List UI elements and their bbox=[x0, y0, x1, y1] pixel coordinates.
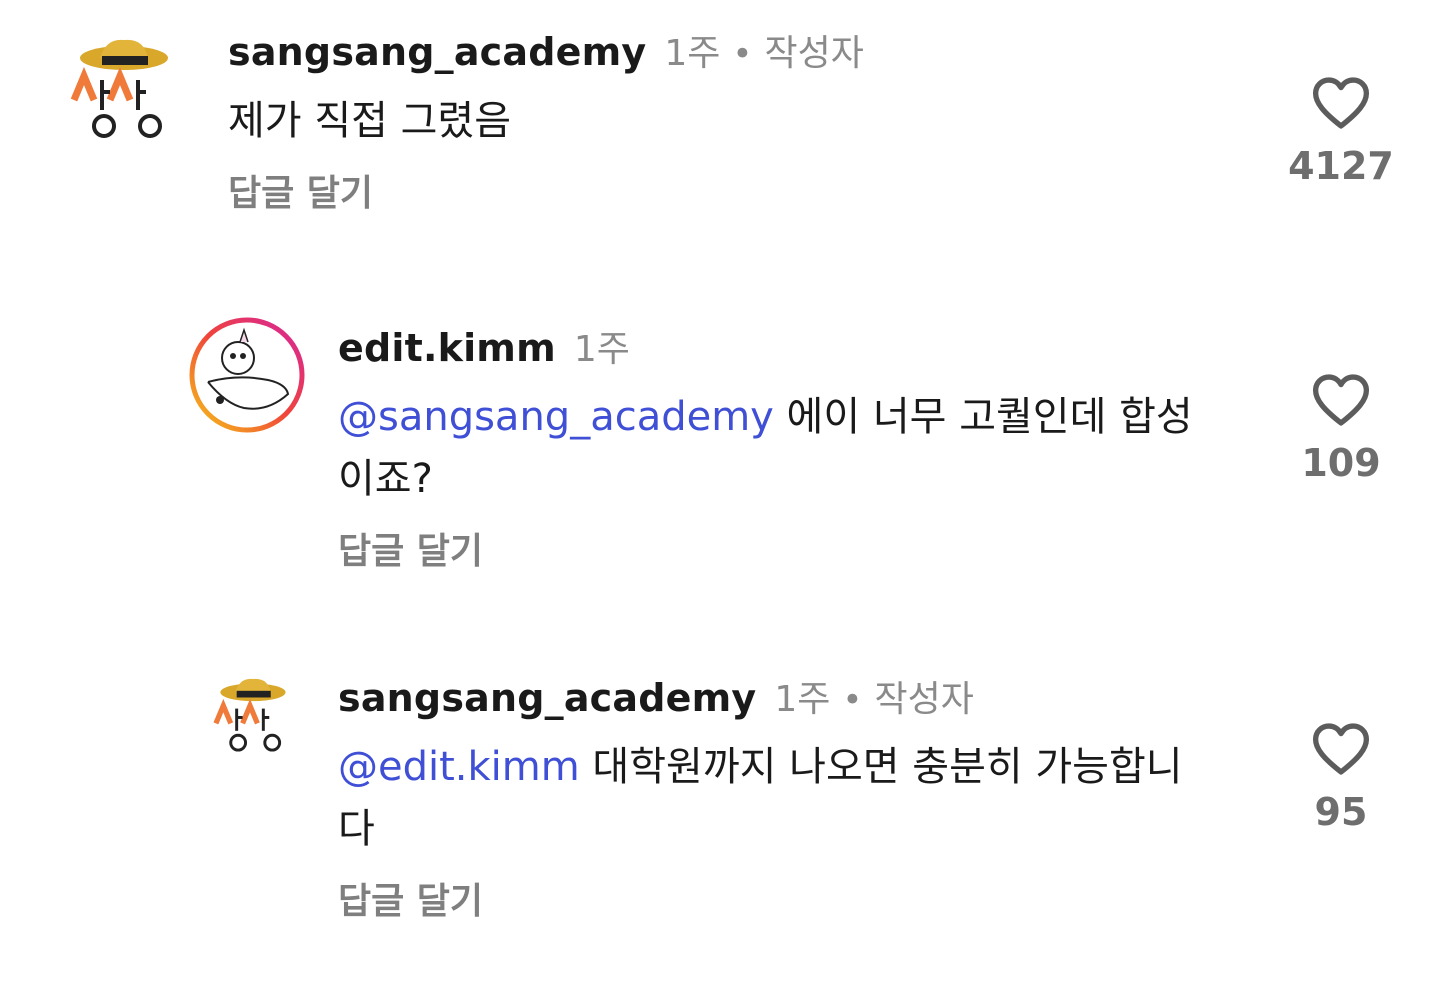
reply-button[interactable]: 답글 달기 bbox=[338, 872, 483, 924]
story-ring-avatar-icon bbox=[189, 317, 305, 433]
comment-time: 1주 bbox=[774, 679, 831, 720]
username[interactable]: sangsang_academy bbox=[228, 30, 646, 74]
comment-time: 1주 bbox=[664, 33, 721, 74]
like-control: 109 bbox=[1271, 373, 1411, 485]
like-count: 4127 bbox=[1288, 144, 1394, 188]
author-badge: 작성자 bbox=[764, 33, 864, 74]
comment-meta: sangsang_academy 1주 • 작성자 bbox=[228, 24, 1108, 76]
heart-outline-icon[interactable] bbox=[1312, 76, 1370, 130]
comment-meta: sangsang_academy 1주 • 작성자 bbox=[338, 670, 1218, 722]
mention-link[interactable]: @edit.kimm bbox=[338, 744, 580, 790]
separator-dot: • bbox=[842, 680, 863, 720]
heart-outline-icon[interactable] bbox=[1312, 722, 1370, 776]
comment-text: 제가 직접 그렸음 bbox=[228, 90, 1108, 152]
separator-dot: • bbox=[732, 34, 753, 74]
comment-body: 제가 직접 그렸음 bbox=[228, 98, 512, 144]
comment-meta: edit.kimm 1주 bbox=[338, 320, 1218, 372]
comment-time: 1주 bbox=[573, 329, 630, 370]
username[interactable]: sangsang_academy bbox=[338, 676, 756, 720]
avatar[interactable] bbox=[188, 316, 306, 434]
like-count: 95 bbox=[1314, 790, 1368, 834]
sangsang-logo-icon bbox=[213, 678, 286, 752]
avatar[interactable] bbox=[210, 676, 290, 756]
avatar[interactable] bbox=[66, 36, 174, 144]
like-control: 95 bbox=[1271, 722, 1411, 834]
author-badge: 작성자 bbox=[874, 679, 974, 720]
like-count: 109 bbox=[1301, 441, 1381, 485]
sangsang-logo-icon bbox=[70, 39, 168, 138]
reply-button[interactable]: 답글 달기 bbox=[338, 522, 483, 574]
reply-button[interactable]: 답글 달기 bbox=[228, 164, 373, 216]
comment-text: @sangsang_academy 에이 너무 고퀄인데 합성이죠? bbox=[338, 386, 1218, 510]
comment-text: @edit.kimm 대학원까지 나오면 충분히 가능합니다 bbox=[338, 736, 1218, 860]
username[interactable]: edit.kimm bbox=[338, 326, 556, 370]
mention-link[interactable]: @sangsang_academy bbox=[338, 394, 774, 440]
like-control: 4127 bbox=[1271, 76, 1411, 188]
heart-outline-icon[interactable] bbox=[1312, 373, 1370, 427]
